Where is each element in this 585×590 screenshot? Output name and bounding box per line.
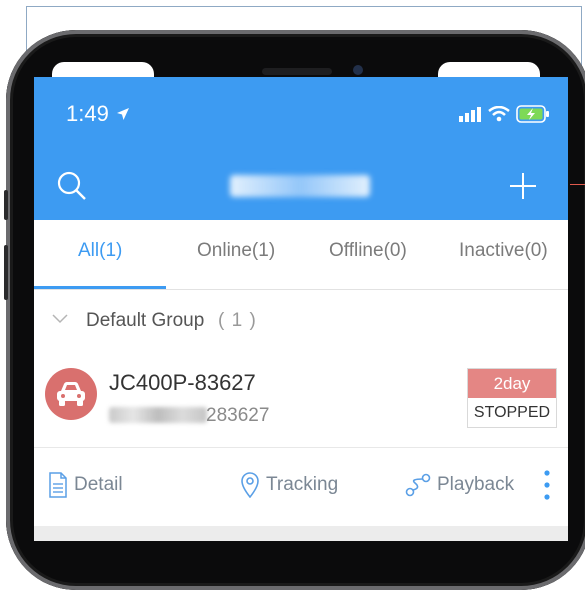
- map-pin-icon: [241, 472, 259, 498]
- search-icon[interactable]: [56, 170, 88, 202]
- screen-corner-left: [52, 62, 154, 77]
- list-background: [34, 526, 568, 541]
- tab-offline[interactable]: Offline(0): [329, 240, 407, 262]
- chevron-down-icon: [52, 314, 68, 324]
- tracking-button[interactable]: Tracking: [240, 472, 338, 498]
- device-list-item[interactable]: JC400P-83627 283627 2day STOPPED: [34, 357, 568, 448]
- speaker-grille: [262, 68, 332, 75]
- status-indicators: [458, 105, 550, 123]
- document-icon: [49, 472, 67, 498]
- status-time: 1:49: [66, 101, 109, 126]
- group-header[interactable]: Default Group ( 1 ): [34, 290, 568, 350]
- signal-icon: [459, 107, 481, 122]
- battery-charging-icon: [516, 105, 549, 123]
- device-action-bar: Detail Tracking Playback: [34, 448, 568, 526]
- app-header: 1:49: [34, 77, 568, 220]
- add-icon[interactable]: [508, 171, 538, 201]
- phone-volume-button: [4, 245, 8, 300]
- front-camera: [353, 65, 363, 75]
- location-arrow-icon: [117, 108, 129, 120]
- status-label: STOPPED: [473, 404, 551, 421]
- annotation-line: [570, 184, 585, 185]
- group-count: ( 1 ): [218, 310, 257, 331]
- detail-button[interactable]: Detail: [48, 472, 123, 498]
- phone-screen: 1:49 All(1) Online(1) Offline(0) Inactiv…: [34, 77, 568, 541]
- tab-online[interactable]: Online(1): [197, 240, 275, 262]
- phone-side-button: [4, 190, 8, 220]
- status-tabs: All(1) Online(1) Offline(0) Inactive(0): [34, 220, 568, 290]
- detail-label: Detail: [74, 474, 123, 495]
- more-vertical-icon[interactable]: [540, 468, 554, 502]
- device-status-box: 2day STOPPED: [467, 368, 557, 428]
- group-name: Default Group: [86, 310, 205, 331]
- device-imei-redacted: [109, 407, 207, 423]
- playback-label: Playback: [437, 474, 515, 495]
- device-name: JC400P-83627: [109, 370, 256, 395]
- car-icon: [57, 382, 85, 406]
- route-icon: [405, 473, 431, 497]
- active-tab-indicator: [34, 286, 166, 289]
- tab-inactive[interactable]: Inactive(0): [459, 240, 548, 262]
- device-imei-suffix: 283627: [206, 405, 270, 426]
- wifi-icon: [488, 106, 510, 122]
- header-title-redacted: [230, 175, 370, 197]
- playback-button[interactable]: Playback: [405, 472, 514, 498]
- device-avatar: [45, 368, 97, 420]
- screen-corner-right: [438, 62, 540, 77]
- tracking-label: Tracking: [266, 474, 339, 495]
- duration-badge: 2day: [468, 369, 556, 398]
- tab-all[interactable]: All(1): [78, 240, 122, 262]
